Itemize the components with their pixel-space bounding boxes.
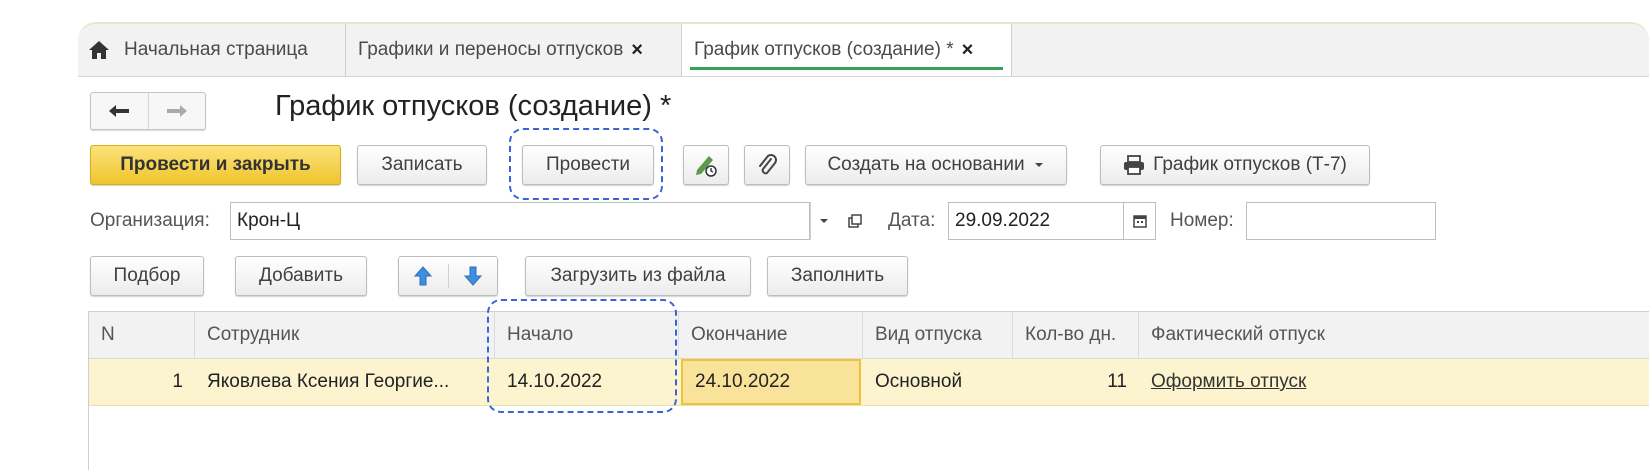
attach-file-button[interactable] — [744, 145, 790, 185]
cell-employee[interactable]: Яковлева Ксения Георгие... — [195, 359, 495, 405]
organization-dropdown-button[interactable] — [810, 202, 836, 240]
active-tab-indicator — [690, 67, 1003, 70]
vacation-table: N Сотрудник Начало Окончание Вид отпуска… — [88, 311, 1649, 470]
move-down-button[interactable] — [449, 257, 498, 295]
column-header-end[interactable]: Окончание — [679, 312, 863, 358]
organization-label: Организация: — [90, 210, 210, 231]
paperclip-icon — [759, 154, 777, 175]
highlight-frame-start — [487, 299, 677, 413]
tab-vacation-schedule-new-label: График отпусков (создание) * — [694, 39, 954, 60]
move-up-button[interactable] — [399, 257, 448, 295]
print-vacation-schedule-button[interactable]: График отпусков (Т-7) — [1100, 145, 1370, 185]
date-label: Дата: — [888, 210, 936, 231]
column-header-employee[interactable]: Сотрудник — [195, 312, 495, 358]
arrow-down-icon — [463, 266, 482, 286]
tab-home-label: Начальная страница — [124, 39, 308, 60]
column-header-n[interactable]: N — [89, 312, 195, 358]
app-window: Начальная страница Графики и переносы от… — [78, 22, 1649, 470]
column-header-vacation-type[interactable]: Вид отпуска — [863, 312, 1013, 358]
cell-days[interactable]: 11 — [1013, 359, 1139, 405]
organization-open-button[interactable] — [842, 202, 868, 240]
history-nav — [90, 92, 206, 130]
arrow-up-icon — [414, 266, 433, 286]
register-vacation-link[interactable]: Оформить отпуск — [1151, 371, 1306, 393]
cell-n[interactable]: 1 — [89, 359, 195, 405]
arrow-left-icon — [109, 105, 130, 117]
tab-bar: Начальная страница Графики и переносы от… — [78, 24, 1649, 77]
back-button[interactable] — [91, 93, 148, 129]
highlight-frame-post — [509, 128, 663, 200]
column-header-days[interactable]: Кол-во дн. — [1013, 312, 1139, 358]
fill-button[interactable]: Заполнить — [767, 256, 908, 296]
open-window-icon — [848, 214, 862, 228]
home-icon — [89, 41, 109, 59]
cell-end[interactable]: 24.10.2022 — [681, 359, 861, 405]
tab-vacation-schedule-new[interactable]: График отпусков (создание) * × — [682, 24, 1012, 76]
calendar-icon — [1132, 215, 1147, 228]
save-button[interactable]: Записать — [357, 145, 487, 185]
move-buttons-group — [398, 256, 498, 296]
organization-field[interactable]: Крон-Ц — [230, 202, 810, 240]
table-row[interactable]: 1 Яковлева Ксения Георгие... 14.10.2022 … — [89, 359, 1649, 406]
date-picker-button[interactable] — [1124, 202, 1156, 240]
tab-vacation-schedules[interactable]: Графики и переносы отпусков × — [346, 24, 682, 76]
date-field[interactable]: 29.09.2022 — [948, 202, 1124, 240]
post-and-close-button[interactable]: Провести и закрыть — [90, 145, 341, 185]
column-header-actual-vacation[interactable]: Фактический отпуск — [1139, 312, 1649, 358]
arrow-right-icon — [166, 105, 187, 117]
number-label: Номер: — [1170, 210, 1234, 231]
add-button[interactable]: Добавить — [235, 256, 367, 296]
close-icon[interactable]: × — [631, 39, 643, 62]
caret-down-icon — [819, 219, 828, 223]
load-from-file-button[interactable]: Загрузить из файла — [525, 256, 751, 296]
forward-button[interactable] — [147, 93, 206, 129]
edit-attribute-button[interactable] — [683, 145, 729, 185]
number-field[interactable] — [1246, 202, 1436, 240]
cell-vacation-type[interactable]: Основной — [863, 359, 1013, 405]
cell-actual-vacation: Оформить отпуск — [1139, 359, 1649, 405]
page-title: График отпусков (создание) * — [275, 90, 672, 122]
close-icon[interactable]: × — [962, 39, 974, 62]
tab-home[interactable]: Начальная страница — [78, 24, 346, 76]
create-based-on-label: Создать на основании — [827, 154, 1025, 175]
pick-button[interactable]: Подбор — [90, 256, 204, 296]
create-based-on-button[interactable]: Создать на основании — [805, 145, 1067, 185]
pencil-clock-icon — [696, 156, 717, 177]
chevron-down-icon — [1034, 163, 1043, 167]
print-label: График отпусков (Т-7) — [1153, 154, 1347, 175]
table-header: N Сотрудник Начало Окончание Вид отпуска… — [89, 312, 1649, 359]
tab-vacation-schedules-label: Графики и переносы отпусков — [358, 39, 624, 60]
printer-icon — [1124, 155, 1145, 175]
